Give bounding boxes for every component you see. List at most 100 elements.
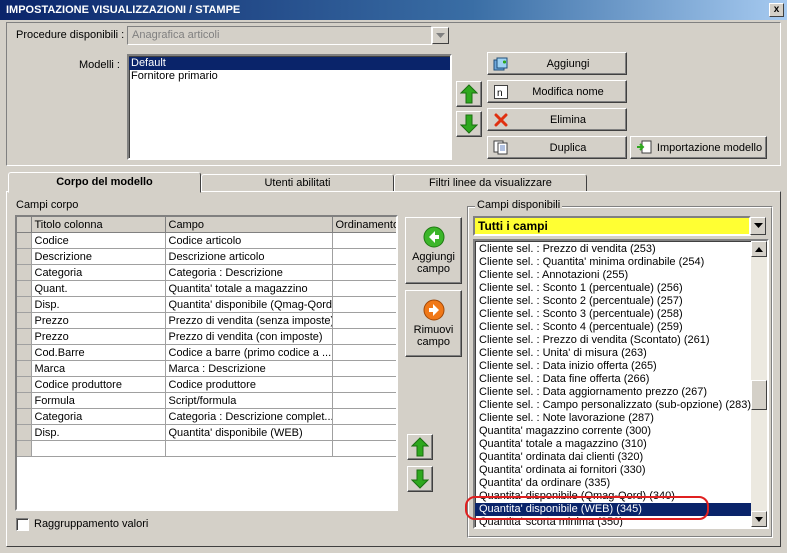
tab-utenti-abilitati[interactable]: Utenti abilitati [201, 174, 394, 192]
rimuovi-campo-button[interactable]: Rimuovi campo [405, 290, 462, 357]
campo-disponibile-item[interactable]: Cliente sel. : Note lavorazione (287) [475, 412, 767, 425]
move-model-up-button[interactable] [456, 81, 482, 107]
cell-campo[interactable]: Descrizione articolo [165, 248, 333, 265]
row-header[interactable] [17, 248, 32, 265]
table-row[interactable]: Disp. Quantita' disponibile (WEB) [17, 424, 396, 441]
procedure-dropdown-arrow[interactable] [432, 27, 449, 44]
cell-ordinamento[interactable] [332, 440, 396, 457]
campo-disponibile-item[interactable]: Quantita' magazzino corrente (300) [475, 425, 767, 438]
campo-disponibile-item[interactable]: Cliente sel. : Prezzo di vendita (253) [475, 243, 767, 256]
cell-titolo[interactable]: Descrizione [31, 248, 166, 265]
aggiungi-button[interactable]: Aggiungi [487, 52, 627, 75]
cell-ordinamento[interactable] [332, 360, 396, 377]
row-header[interactable] [17, 440, 32, 457]
table-row[interactable] [17, 440, 396, 457]
scroll-thumb[interactable] [751, 380, 767, 410]
aggiungi-campo-button[interactable]: Aggiungi campo [405, 217, 462, 284]
table-row[interactable]: Cod.Barre Codice a barre (primo codice a … [17, 344, 396, 361]
scroll-up-button[interactable] [751, 241, 767, 257]
cell-campo[interactable]: Categoria : Descrizione complet... [165, 408, 333, 425]
cell-ordinamento[interactable] [332, 232, 396, 249]
cell-ordinamento[interactable] [332, 312, 396, 329]
cell-titolo[interactable]: Prezzo [31, 328, 166, 345]
cell-titolo[interactable]: Disp. [31, 296, 166, 313]
campo-disponibile-item[interactable]: Quantita' da ordinare (335) [475, 477, 767, 490]
campo-disponibile-item[interactable]: Cliente sel. : Data inizio offerta (265) [475, 360, 767, 373]
table-row[interactable]: Categoria Categoria : Descrizione [17, 264, 396, 281]
campo-disponibile-item[interactable]: Cliente sel. : Unita' di misura (263) [475, 347, 767, 360]
cell-titolo[interactable]: Marca [31, 360, 166, 377]
tab-filtri-linee[interactable]: Filtri linee da visualizzare [394, 174, 587, 192]
elimina-button[interactable]: Elimina [487, 108, 627, 131]
raggruppamento-checkbox[interactable] [16, 518, 29, 531]
row-header[interactable] [17, 424, 32, 441]
table-row[interactable]: Disp. Quantita' disponibile (Qmag-Qord) [17, 296, 396, 313]
cell-campo[interactable]: Quantita' totale a magazzino [165, 280, 333, 297]
cell-titolo[interactable]: Quant. [31, 280, 166, 297]
campo-disponibile-item[interactable]: Cliente sel. : Sconto 2 (percentuale) (2… [475, 295, 767, 308]
column-header-ordinamento[interactable]: Ordinamento [332, 217, 396, 233]
cell-campo[interactable]: Codice produttore [165, 376, 333, 393]
row-header[interactable] [17, 280, 32, 297]
row-header[interactable] [17, 296, 32, 313]
table-row[interactable]: Formula Script/formula [17, 392, 396, 409]
cell-titolo[interactable]: Prezzo [31, 312, 166, 329]
cell-titolo[interactable]: Codice produttore [31, 376, 166, 393]
modello-item-fornitore[interactable]: Fornitore primario [129, 70, 450, 83]
modifica-nome-button[interactable]: n Modifica nome [487, 80, 627, 103]
cell-titolo[interactable] [31, 440, 166, 457]
campo-disponibile-item[interactable]: Quantita' totale a magazzino (310) [475, 438, 767, 451]
table-row[interactable]: Codice produttore Codice produttore [17, 376, 396, 393]
importazione-modello-button[interactable]: Importazione modello [630, 136, 767, 159]
cell-campo[interactable]: Prezzo di vendita (senza imposte) [165, 312, 333, 329]
table-row[interactable]: Descrizione Descrizione articolo [17, 248, 396, 265]
cell-campo[interactable]: Categoria : Descrizione [165, 264, 333, 281]
cell-ordinamento[interactable] [332, 376, 396, 393]
campo-disponibile-item[interactable]: Cliente sel. : Quantita' minima ordinabi… [475, 256, 767, 269]
cell-titolo[interactable]: Cod.Barre [31, 344, 166, 361]
table-row[interactable]: Codice Codice articolo [17, 232, 396, 249]
row-header[interactable] [17, 392, 32, 409]
cell-campo[interactable] [165, 440, 333, 457]
move-model-down-button[interactable] [456, 111, 482, 137]
cell-campo[interactable]: Quantita' disponibile (WEB) [165, 424, 333, 441]
campo-disponibile-item[interactable]: Cliente sel. : Sconto 1 (percentuale) (2… [475, 282, 767, 295]
table-row[interactable]: Prezzo Prezzo di vendita (con imposte) [17, 328, 396, 345]
campo-disponibile-item[interactable]: Quantita' ordinata ai fornitori (330) [475, 464, 767, 477]
cell-titolo[interactable]: Formula [31, 392, 166, 409]
cell-ordinamento[interactable] [332, 280, 396, 297]
modello-item-default[interactable]: Default [129, 57, 450, 70]
campo-disponibile-item[interactable]: Cliente sel. : Campo personalizzato (sub… [475, 399, 767, 412]
row-header[interactable] [17, 360, 32, 377]
cell-titolo[interactable]: Codice [31, 232, 166, 249]
cell-titolo[interactable]: Categoria [31, 408, 166, 425]
campo-disponibile-item[interactable]: Cliente sel. : Data aggiornamento prezzo… [475, 386, 767, 399]
column-header-titolo[interactable]: Titolo colonna [31, 217, 166, 233]
campo-disponibile-item[interactable]: Cliente sel. : Annotazioni (255) [475, 269, 767, 282]
campo-disponibile-item[interactable]: Cliente sel. : Sconto 4 (percentuale) (2… [475, 321, 767, 334]
campo-disponibile-item[interactable]: Quantita' ordinata dai clienti (320) [475, 451, 767, 464]
cell-titolo[interactable]: Disp. [31, 424, 166, 441]
table-row[interactable]: Prezzo Prezzo di vendita (senza imposte) [17, 312, 396, 329]
cell-ordinamento[interactable] [332, 424, 396, 441]
move-field-down-button[interactable] [407, 466, 433, 492]
campo-disponibile-item[interactable]: Cliente sel. : Data fine offerta (266) [475, 373, 767, 386]
modelli-list[interactable]: Default Fornitore primario [127, 54, 452, 160]
cell-ordinamento[interactable] [332, 328, 396, 345]
cell-campo[interactable]: Codice a barre (primo codice a ... [165, 344, 333, 361]
scroll-down-button[interactable] [751, 511, 767, 527]
campo-disponibile-item[interactable]: Cliente sel. : Sconto 3 (percentuale) (2… [475, 308, 767, 321]
cell-campo[interactable]: Marca : Descrizione [165, 360, 333, 377]
cell-campo[interactable]: Codice articolo [165, 232, 333, 249]
cell-campo[interactable]: Script/formula [165, 392, 333, 409]
row-header[interactable] [17, 232, 32, 249]
cell-ordinamento[interactable] [332, 264, 396, 281]
table-row[interactable]: Marca Marca : Descrizione [17, 360, 396, 377]
table-row[interactable]: Categoria Categoria : Descrizione complet… [17, 408, 396, 425]
cell-campo[interactable]: Quantita' disponibile (Qmag-Qord) [165, 296, 333, 313]
cell-ordinamento[interactable] [332, 344, 396, 361]
campi-filter-select[interactable]: Tutti i campi [473, 216, 751, 236]
campi-filter-dropdown-arrow[interactable] [750, 217, 766, 235]
table-row[interactable]: Quant. Quantita' totale a magazzino [17, 280, 396, 297]
column-header-campo[interactable]: Campo [165, 217, 333, 233]
